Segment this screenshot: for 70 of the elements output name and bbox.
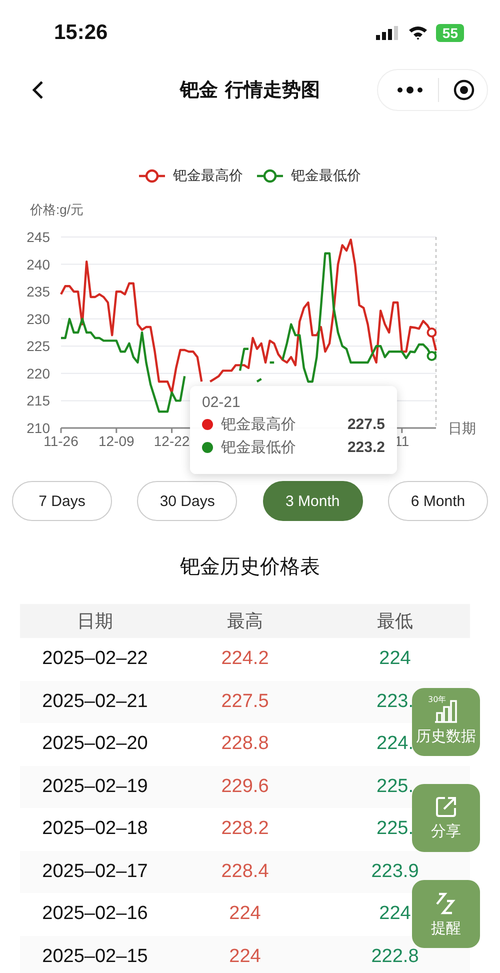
legend-line-marker-icon: [139, 169, 165, 183]
table-cell: 224: [229, 946, 261, 967]
floating-action-button[interactable]: 30年 历史数据: [412, 688, 480, 756]
y-tick-label: 225: [26, 338, 50, 354]
table-cell: 228.4: [221, 860, 269, 882]
table-cell: 224: [379, 648, 411, 670]
share-icon: [435, 796, 457, 818]
table-cell: 229.6: [221, 776, 269, 797]
range-tab[interactable]: 30 Days: [137, 481, 238, 521]
years-label: 30年: [428, 694, 446, 705]
floating-action-button[interactable]: 分享: [412, 784, 480, 852]
table-title: 钯金历史价格表: [179, 553, 321, 580]
table-cell: 222.8: [371, 946, 419, 967]
tooltip-date: 02-21: [202, 394, 242, 411]
table-cell: 2025–02–21: [42, 690, 148, 712]
table-cell: 228.8: [221, 733, 269, 754]
x-tick-label: 12-09: [98, 433, 134, 449]
y-tick-label: 235: [26, 284, 50, 300]
point-marker: [426, 350, 437, 361]
table-cell: 224.: [376, 733, 414, 754]
page-title: 钯金 行情走势图: [178, 78, 321, 103]
point-marker: [426, 328, 437, 338]
column-header: 最低: [376, 610, 414, 633]
table-cell: 225.: [376, 776, 414, 797]
column-header: 日期: [76, 610, 114, 633]
x-axis-label: 日期: [448, 420, 476, 436]
y-tick-label: 245: [26, 229, 50, 245]
y-axis-label: 价格:g/元: [30, 202, 84, 217]
floating-action-button[interactable]: 提醒: [412, 880, 480, 948]
table-cell: 224.2: [221, 648, 269, 670]
table-cell: 2025–02–19: [42, 776, 148, 797]
table-cell: 223.: [376, 690, 414, 712]
zigzag-icon: [434, 890, 458, 914]
table-cell: 227.5: [221, 690, 269, 712]
x-tick-label: 12-22: [154, 433, 190, 449]
more-icon[interactable]: [396, 85, 424, 95]
wifi-icon: [408, 25, 428, 40]
table-cell: 2025–02–22: [42, 648, 148, 670]
range-tab[interactable]: 3 Month: [262, 481, 363, 521]
table-cell: 224: [229, 903, 261, 924]
y-tick-label: 220: [26, 365, 50, 382]
tooltip-series-name: 钯金最低价: [221, 438, 296, 457]
tooltip-series-name: 钯金最高价: [221, 415, 296, 434]
y-tick-label: 240: [26, 256, 50, 272]
legend-line-marker-icon: [257, 169, 283, 183]
table-cell: 223.9: [371, 860, 419, 882]
status-time: 15:26: [54, 20, 108, 44]
range-tab[interactable]: 7 Days: [12, 481, 112, 521]
target-icon[interactable]: [453, 79, 475, 101]
table-cell: 2025–02–15: [42, 946, 148, 967]
back-icon[interactable]: [32, 80, 44, 100]
table-cell: 2025–02–17: [42, 860, 148, 882]
table-cell: 224: [379, 903, 411, 924]
table-cell: 2025–02–20: [42, 733, 148, 754]
y-tick-label: 210: [26, 420, 50, 436]
y-tick-label: 230: [26, 310, 50, 327]
range-tab[interactable]: 6 Month: [388, 481, 488, 521]
table-cell: 2025–02–16: [42, 903, 148, 924]
table-cell: 228.2: [221, 818, 269, 840]
column-header: 最高: [226, 610, 264, 633]
table-cell: 225.: [376, 818, 414, 840]
x-tick-label: 11-26: [44, 433, 78, 449]
tooltip-value: 227.5: [347, 416, 385, 433]
y-tick-label: 215: [26, 392, 50, 409]
battery-level: 55: [436, 24, 464, 42]
table-cell: 2025–02–18: [42, 818, 148, 840]
signal-icon: [376, 26, 400, 40]
tooltip-value: 223.2: [347, 439, 385, 456]
legend-label: 钯金最低价: [291, 167, 361, 185]
legend-label: 钯金最高价: [173, 167, 243, 185]
